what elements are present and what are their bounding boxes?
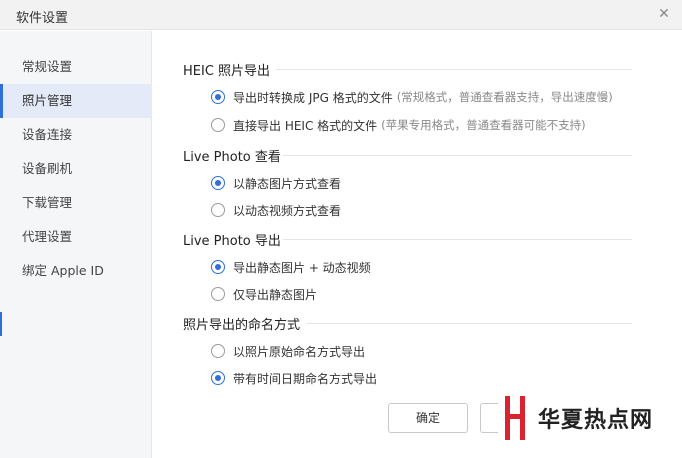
sidebar-item-apple-id[interactable]: 绑定 Apple ID (0, 254, 152, 288)
option-name-original[interactable]: 以照片原始命名方式导出 (211, 342, 365, 360)
sidebar: 常规设置 照片管理 设备连接 设备刷机 下载管理 代理设置 绑定 Apple I… (0, 31, 152, 458)
option-name-datetime[interactable]: 带有时间日期命名方式导出 (211, 369, 377, 387)
radio-button[interactable] (211, 344, 225, 358)
option-export-image-only[interactable]: 仅导出静态图片 (211, 285, 317, 303)
radio-button-checked[interactable] (211, 260, 225, 274)
watermark: 华夏热点网 (498, 392, 682, 444)
confirm-button[interactable]: 确定 (388, 403, 468, 433)
option-label: 导出静态图片 + 动态视频 (233, 260, 371, 275)
close-icon[interactable]: ✕ (656, 6, 672, 22)
option-export-heic-directly[interactable]: 直接导出 HEIC 格式的文件 (苹果专用格式，普通查看器可能不支持) (211, 116, 586, 134)
option-label: 仅导出静态图片 (233, 287, 318, 302)
radio-button-checked[interactable] (211, 371, 225, 385)
radio-button[interactable] (211, 287, 225, 301)
left-edge-marker (0, 312, 2, 336)
option-convert-to-jpg[interactable]: 导出时转换成 JPG 格式的文件 (常规格式，普通查看器支持，导出速度慢) (211, 88, 613, 106)
option-label: 以照片原始命名方式导出 (233, 344, 366, 359)
section-divider (276, 69, 632, 70)
radio-button-checked[interactable] (211, 176, 225, 190)
sidebar-item-photo-management[interactable]: 照片管理 (0, 84, 152, 118)
option-label: 导出时转换成 JPG 格式的文件 (233, 90, 393, 105)
section-title-live-photo-export: Live Photo 导出 (183, 234, 281, 249)
option-export-image-and-video[interactable]: 导出静态图片 + 动态视频 (211, 258, 371, 276)
radio-button[interactable] (211, 203, 225, 217)
section-title-naming: 照片导出的命名方式 (183, 318, 301, 333)
option-label: 以动态视频方式查看 (233, 203, 342, 218)
option-view-static[interactable]: 以静态图片方式查看 (211, 174, 341, 192)
sidebar-item-general[interactable]: 常规设置 (0, 50, 152, 84)
sidebar-item-proxy-settings[interactable]: 代理设置 (0, 220, 152, 254)
option-label: 带有时间日期命名方式导出 (233, 371, 378, 386)
section-divider (283, 155, 632, 156)
section-title-heic-export: HEIC 照片导出 (183, 64, 271, 79)
watermark-logo-icon (498, 392, 532, 444)
window-title: 软件设置 (16, 11, 69, 26)
option-view-video[interactable]: 以动态视频方式查看 (211, 201, 341, 219)
radio-button-checked[interactable] (211, 90, 225, 104)
sidebar-item-download-management[interactable]: 下载管理 (0, 186, 152, 220)
section-divider (283, 239, 632, 240)
sidebar-item-device-connection[interactable]: 设备连接 (0, 118, 152, 152)
title-bar: 软件设置 ✕ (0, 0, 682, 30)
option-note: (常规格式，普通查看器支持，导出速度慢) (396, 90, 613, 104)
watermark-text: 华夏热点网 (538, 408, 654, 433)
option-label: 直接导出 HEIC 格式的文件 (233, 118, 378, 133)
option-note: (苹果专用格式，普通查看器可能不支持) (381, 118, 586, 132)
sidebar-item-device-flash[interactable]: 设备刷机 (0, 152, 152, 186)
radio-button[interactable] (211, 118, 225, 132)
section-divider (306, 323, 632, 324)
section-title-live-photo-view: Live Photo 查看 (183, 150, 281, 165)
option-label: 以静态图片方式查看 (233, 176, 342, 191)
